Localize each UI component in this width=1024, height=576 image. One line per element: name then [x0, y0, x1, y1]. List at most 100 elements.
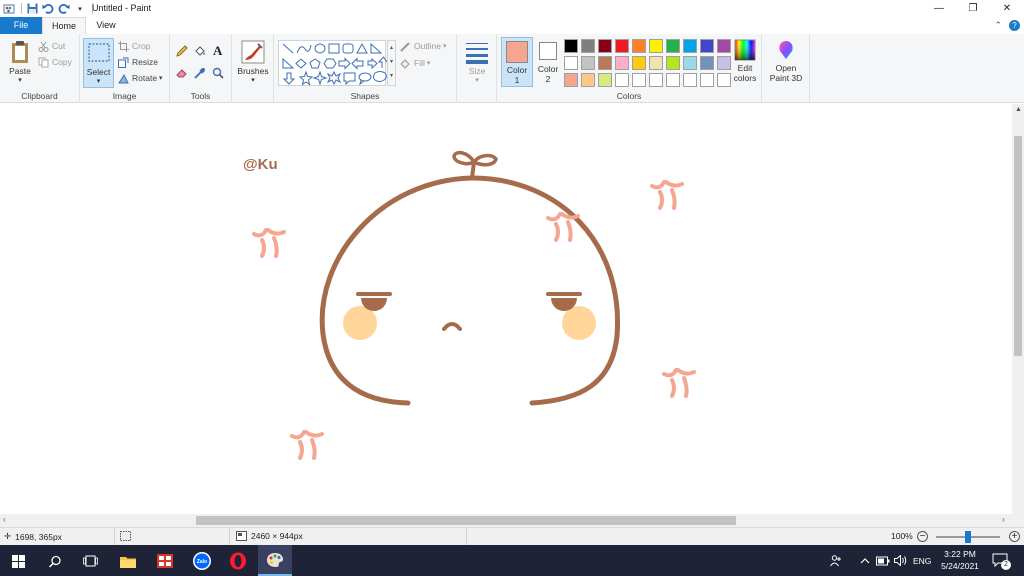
brushes-button[interactable]: Brushes ▾	[235, 40, 271, 84]
palette-color-swatch[interactable]	[632, 39, 646, 53]
palette-color-swatch[interactable]	[649, 56, 663, 70]
palette-color-swatch[interactable]	[666, 39, 680, 53]
vertical-scrollbar[interactable]: ▲	[1012, 104, 1024, 514]
scroll-left-icon[interactable]: ‹	[3, 515, 6, 524]
outline-dropdown-icon[interactable]: ▾	[443, 42, 447, 50]
pencil-icon[interactable]	[176, 45, 188, 59]
paint-app-icon[interactable]	[2, 2, 16, 16]
scroll-up-icon[interactable]: ▲	[1015, 106, 1022, 113]
resize-button[interactable]: Resize	[118, 55, 158, 69]
opera-button[interactable]	[228, 551, 248, 571]
shapes-scroll[interactable]: ▴ ▾ ▾	[387, 40, 396, 86]
language-indicator[interactable]: ENG	[913, 545, 931, 576]
palette-color-swatch[interactable]	[683, 56, 697, 70]
paint-taskbar-button[interactable]	[258, 545, 292, 576]
paste-dropdown-icon[interactable]: ▾	[4, 76, 36, 84]
outline-button[interactable]: Outline ▾	[400, 39, 446, 53]
zoom-out-button[interactable]: −	[917, 531, 928, 542]
people-icon[interactable]	[830, 545, 843, 576]
start-button[interactable]	[8, 551, 28, 571]
task-view-button[interactable]	[80, 551, 100, 571]
brushes-dropdown-icon[interactable]: ▾	[235, 76, 271, 84]
text-tool-icon[interactable]: A	[213, 43, 222, 59]
fill-dropdown-icon[interactable]: ▾	[427, 59, 431, 67]
eraser-icon[interactable]	[176, 67, 188, 81]
restore-button[interactable]: ❐	[956, 0, 990, 17]
size-dropdown-icon[interactable]: ▾	[461, 76, 493, 84]
palette-color-swatch[interactable]	[598, 73, 612, 87]
drawing-canvas[interactable]: @Ku	[0, 104, 1012, 514]
palette-color-swatch[interactable]	[700, 56, 714, 70]
palette-color-swatch[interactable]	[581, 39, 595, 53]
tab-view[interactable]: View	[86, 17, 126, 34]
palette-color-swatch[interactable]	[615, 56, 629, 70]
color2-button[interactable]: Color 2	[535, 37, 561, 87]
palette-color-swatch[interactable]	[598, 39, 612, 53]
redo-icon[interactable]	[57, 2, 71, 16]
zalo-button[interactable]: Zalo	[192, 551, 212, 571]
volume-icon[interactable]	[894, 545, 907, 576]
tab-home[interactable]: Home	[42, 17, 86, 34]
palette-color-swatch[interactable]	[615, 39, 629, 53]
palette-color-swatch[interactable]	[564, 39, 578, 53]
rotate-button[interactable]: Rotate ▾	[118, 71, 163, 85]
customize-qa-dropdown-icon[interactable]: ▾	[73, 2, 87, 16]
palette-color-swatch[interactable]	[666, 73, 680, 87]
fill-button[interactable]: Fill ▾	[400, 56, 430, 70]
palette-color-swatch[interactable]	[598, 56, 612, 70]
scroll-right-icon[interactable]: ›	[1002, 515, 1005, 524]
tab-file[interactable]: File	[0, 17, 42, 34]
palette-color-swatch[interactable]	[632, 56, 646, 70]
select-dropdown-icon[interactable]: ▾	[84, 77, 113, 85]
palette-color-swatch[interactable]	[649, 39, 663, 53]
cut-button[interactable]: Cut	[38, 39, 65, 53]
window-title: Untitled - Paint	[92, 3, 152, 13]
zoom-slider-track[interactable]	[936, 531, 1000, 543]
palette-color-swatch[interactable]	[632, 73, 646, 87]
palette-color-swatch[interactable]	[615, 73, 629, 87]
color-picker-icon[interactable]	[194, 67, 206, 81]
save-icon[interactable]	[25, 2, 39, 16]
file-explorer-button[interactable]	[118, 551, 138, 571]
palette-color-swatch[interactable]	[683, 39, 697, 53]
open-paint3d-button[interactable]: Open Paint 3D	[766, 39, 806, 83]
color1-button[interactable]: Color 1	[501, 37, 533, 87]
edit-colors-button[interactable]: Edit colors	[729, 39, 761, 83]
search-icon	[48, 555, 61, 568]
select-button[interactable]: Select ▾	[83, 38, 114, 88]
palette-color-swatch[interactable]	[581, 73, 595, 87]
office-app-button[interactable]	[155, 551, 175, 571]
action-center-button[interactable]: 2	[992, 553, 1011, 570]
magnifier-icon[interactable]	[212, 67, 224, 81]
shapes-gallery-icons[interactable]	[279, 41, 388, 87]
search-button[interactable]	[45, 551, 65, 571]
palette-color-swatch[interactable]	[564, 56, 578, 70]
palette-color-swatch[interactable]	[683, 73, 697, 87]
palette-color-swatch[interactable]	[564, 73, 578, 87]
horizontal-scroll-thumb[interactable]	[196, 516, 736, 525]
horizontal-scrollbar[interactable]: ‹ ›	[0, 514, 1024, 527]
palette-color-swatch[interactable]	[666, 56, 680, 70]
zoom-in-button[interactable]: +	[1009, 531, 1020, 542]
clock[interactable]: 3:22 PM 5/24/2021	[934, 548, 986, 572]
zoom-slider-thumb[interactable]	[965, 531, 971, 543]
palette-color-swatch[interactable]	[581, 56, 595, 70]
close-button[interactable]: ✕	[990, 0, 1024, 17]
fill-bucket-icon[interactable]	[194, 45, 206, 59]
undo-icon[interactable]	[41, 2, 55, 16]
rotate-dropdown-icon[interactable]: ▾	[159, 74, 163, 82]
copy-button[interactable]: Copy	[38, 55, 72, 69]
size-button[interactable]: Size ▾	[461, 40, 493, 84]
vertical-scroll-thumb[interactable]	[1014, 136, 1022, 356]
palette-color-swatch[interactable]	[700, 73, 714, 87]
palette-color-swatch[interactable]	[700, 39, 714, 53]
battery-icon[interactable]	[876, 545, 890, 576]
notification-badge: 2	[1001, 560, 1011, 570]
crop-button[interactable]: Crop	[118, 39, 150, 53]
minimize-button[interactable]: —	[922, 0, 956, 17]
paste-button[interactable]: Paste ▾	[4, 40, 36, 84]
show-hidden-icons[interactable]	[860, 545, 870, 576]
palette-color-swatch[interactable]	[649, 73, 663, 87]
collapse-ribbon-icon[interactable]: ⌃	[994, 20, 1002, 31]
help-icon[interactable]: ?	[1009, 20, 1020, 31]
